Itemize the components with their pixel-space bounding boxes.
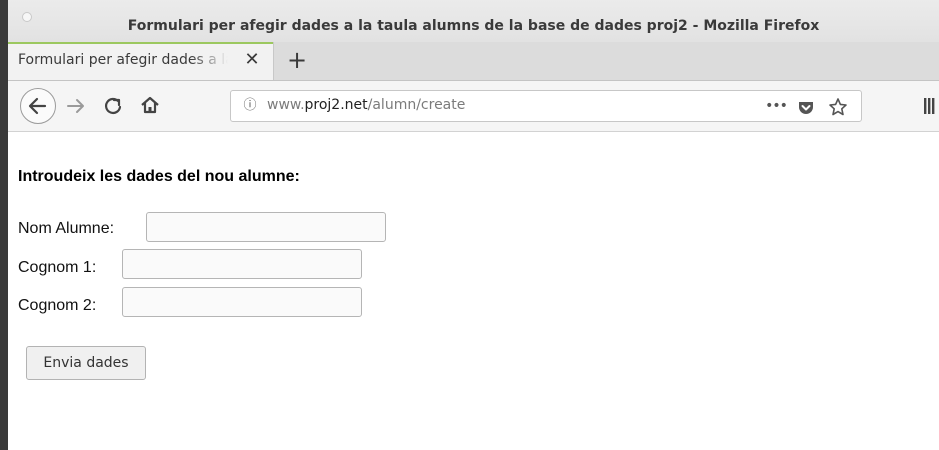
plus-icon[interactable]: + [284, 46, 310, 74]
nom-alumne-input[interactable] [146, 212, 386, 242]
submit-button[interactable]: Envia dades [26, 346, 146, 380]
cognom-2-input[interactable] [122, 287, 362, 317]
info-icon[interactable]: ⓘ [241, 97, 259, 115]
cognom-2-label: Cognom 2: [18, 297, 97, 314]
url-host: proj2.net [304, 97, 368, 113]
browser-window: Formulari per afegir dades a la taula al… [8, 0, 939, 450]
cognom-1-label: Cognom 1: [18, 259, 97, 276]
window-title: Formulari per afegir dades a la taula al… [127, 18, 820, 34]
form-heading: Introudeix les dades del nou alumne: [18, 168, 300, 185]
reload-icon[interactable] [101, 94, 125, 118]
home-icon[interactable] [138, 93, 162, 117]
star-icon[interactable] [828, 96, 848, 118]
library-icon[interactable] [924, 97, 938, 115]
url-text: www.proj2.net/alumn/create [267, 97, 465, 113]
arrow-left-icon [28, 97, 47, 115]
more-horizontal-icon[interactable]: ••• [763, 95, 789, 117]
navigation-bar: ⓘ www.proj2.net/alumn/create ••• [8, 81, 939, 132]
nom-alumne-label: Nom Alumne: [18, 220, 115, 237]
url-prefix: www. [267, 97, 305, 113]
cognom-1-input[interactable] [122, 249, 362, 279]
tab-active[interactable]: Formulari per afegir dades a la taula al… [8, 42, 274, 80]
pocket-icon[interactable] [797, 97, 815, 119]
tab-accent-line [8, 42, 273, 44]
title-bar: Formulari per afegir dades a la taula al… [8, 0, 939, 42]
back-button[interactable] [20, 88, 56, 124]
close-icon[interactable]: ✕ [242, 50, 262, 70]
page-content: Introudeix les dades del nou alumne: Nom… [8, 132, 939, 450]
tab-strip: Formulari per afegir dades a la taula al… [8, 42, 939, 81]
url-path: /alumn/create [367, 97, 466, 113]
tab-label: Formulari per afegir dades a la taula al… [18, 52, 228, 68]
url-bar[interactable]: ⓘ www.proj2.net/alumn/create ••• [230, 90, 862, 122]
arrow-right-icon[interactable] [64, 94, 88, 118]
